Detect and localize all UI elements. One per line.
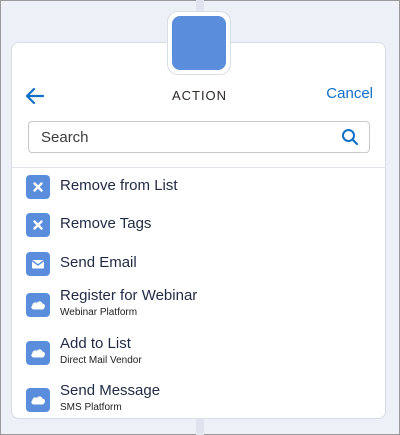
list-item-send-email[interactable]: Send Email bbox=[12, 246, 385, 284]
list-item-remove-tags[interactable]: Remove Tags bbox=[12, 207, 385, 245]
search-icon[interactable] bbox=[341, 128, 359, 146]
cloud-icon bbox=[26, 388, 50, 412]
action-picker-panel: ACTION Cancel Remove from List bbox=[11, 42, 386, 419]
flow-connector-bottom bbox=[196, 418, 204, 435]
list-item-sublabel: Webinar Platform bbox=[60, 307, 138, 318]
list-item-label: Add to List bbox=[60, 335, 131, 352]
list-item-send-message[interactable]: Send Message SMS Platform bbox=[12, 378, 385, 418]
list-item-remove-from-list[interactable]: Remove from List bbox=[12, 169, 385, 207]
list-item-add-to-list[interactable]: Add to List Direct Mail Vendor bbox=[12, 331, 385, 375]
panel-header: ACTION Cancel bbox=[12, 81, 385, 111]
remove-x-icon bbox=[26, 175, 50, 199]
header-divider bbox=[12, 167, 385, 168]
list-item-label: Register for Webinar bbox=[60, 287, 198, 304]
remove-x-icon bbox=[26, 213, 50, 237]
list-item-label: Send Email bbox=[60, 254, 137, 271]
list-item-sublabel: Direct Mail Vendor bbox=[60, 355, 142, 366]
cloud-icon bbox=[26, 293, 50, 317]
cloud-icon bbox=[26, 341, 50, 365]
list-item-label: Send Message bbox=[60, 382, 161, 399]
action-node-tile[interactable] bbox=[172, 16, 226, 70]
list-item-label: Remove Tags bbox=[60, 215, 152, 232]
search-input[interactable] bbox=[29, 122, 329, 152]
list-item-register-for-webinar[interactable]: Register for Webinar Webinar Platform bbox=[12, 283, 385, 327]
cancel-button[interactable]: Cancel bbox=[326, 85, 373, 102]
flow-node[interactable] bbox=[168, 12, 230, 74]
list-item-sublabel: SMS Platform bbox=[60, 402, 122, 413]
envelope-icon bbox=[26, 252, 50, 276]
search-box bbox=[28, 121, 370, 153]
list-item-label: Remove from List bbox=[60, 177, 178, 194]
